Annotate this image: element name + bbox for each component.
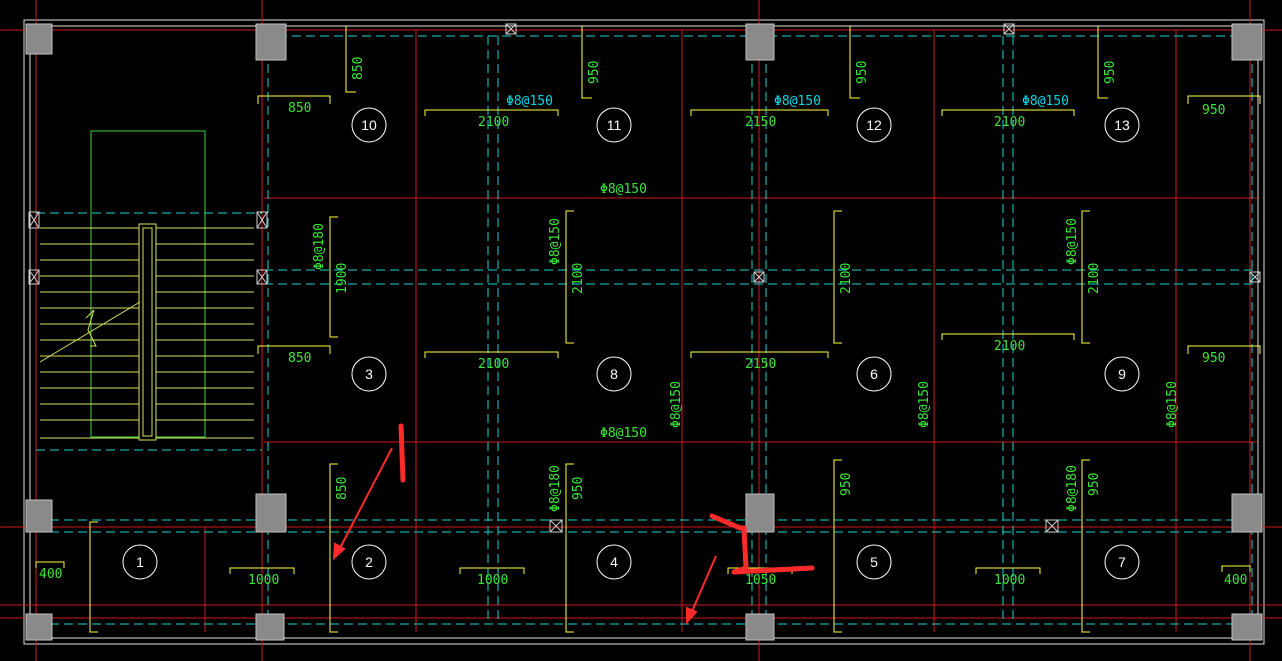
stair	[39, 130, 254, 441]
panel-9: 9	[1104, 356, 1140, 392]
panel-6: 6	[856, 356, 892, 392]
dimension-label: 2150	[745, 357, 776, 372]
dimension-label: 2100	[1087, 263, 1102, 294]
rebar-label: Φ8@150	[506, 94, 553, 109]
grid-axes	[0, 0, 1282, 661]
mark-one-stroke	[398, 423, 406, 483]
rebar-label: Φ8@150	[669, 381, 684, 428]
rebar-label: Φ8@150	[1022, 94, 1069, 109]
panel-13-label: 13	[1114, 117, 1130, 133]
rebar-label: Φ8@180	[1065, 465, 1080, 512]
dimension-label: 850	[335, 477, 350, 500]
panel-12: 12	[856, 107, 892, 143]
dimension-label: 850	[288, 101, 311, 116]
dimension-label: 850	[288, 351, 311, 366]
dimension-label: 2100	[571, 263, 586, 294]
rebar-label: Φ8@180	[312, 223, 327, 270]
dimension-label: 950	[587, 61, 602, 84]
panel-8: 8	[596, 356, 632, 392]
building-outline	[23, 19, 1265, 645]
dimension-label: 950	[855, 61, 870, 84]
dimension-label: 400	[1224, 573, 1247, 588]
panel-4: 4	[596, 544, 632, 580]
dimension-label: 950	[1103, 61, 1118, 84]
rebar-label: Φ8@150	[774, 94, 821, 109]
dimension-label: 950	[839, 473, 854, 496]
dimension-label: 2100	[994, 115, 1025, 130]
panel-5-label: 5	[870, 554, 878, 570]
dimension-label: 850	[351, 57, 366, 80]
dimension-label: 950	[1202, 103, 1225, 118]
dimension-label: 1900	[335, 263, 350, 294]
opening-marks	[28, 23, 1261, 533]
dimension-label: 2100	[839, 263, 854, 294]
dimension-label: 950	[1202, 351, 1225, 366]
panel-13: 13	[1104, 107, 1140, 143]
panel-7: 7	[1104, 544, 1140, 580]
rebar-label: Φ8@180	[548, 465, 563, 512]
floor-slab-plan: 1 2 3 4 5 6 7 8 9 10 11 12 13 Φ8@150 Φ8@…	[0, 0, 1282, 661]
rebar-labels: Φ8@150 Φ8@150 Φ8@150 Φ8@150 Φ8@150 Φ8@18…	[312, 94, 1180, 512]
dimension-label: 2100	[994, 339, 1025, 354]
dimension-label: 950	[1087, 473, 1102, 496]
dimension-label: 950	[571, 477, 586, 500]
rebar-label: Φ8@150	[1065, 218, 1080, 265]
dimension-label: 1000	[248, 573, 279, 588]
rebar-label: Φ8@150	[600, 182, 647, 197]
dimension-label: 400	[39, 567, 62, 582]
panel-10: 10	[351, 107, 387, 143]
panel-11: 11	[596, 107, 632, 143]
panel-9-label: 9	[1118, 366, 1126, 382]
rebar-label: Φ8@150	[548, 218, 563, 265]
dimension-label: 2100	[478, 357, 509, 372]
dimension-label: 1000	[994, 573, 1025, 588]
rebar-label: Φ8@150	[600, 426, 647, 441]
columns	[25, 23, 1263, 641]
annotation-arrows	[332, 447, 717, 625]
dimension-label: 2100	[478, 115, 509, 130]
panel-2-label: 2	[365, 554, 373, 570]
panel-10-label: 10	[361, 117, 377, 133]
panel-8-label: 8	[610, 366, 618, 382]
panel-7-label: 7	[1118, 554, 1126, 570]
dimension-label: 2150	[745, 115, 776, 130]
panel-12-label: 12	[866, 117, 882, 133]
panel-1-label: 1	[136, 554, 144, 570]
dimension-label: 1050	[745, 573, 776, 588]
dimension-label: 1000	[477, 573, 508, 588]
panel-5: 5	[856, 544, 892, 580]
panel-6-label: 6	[870, 366, 878, 382]
panel-3: 3	[351, 356, 387, 392]
support-bars	[35, 26, 1261, 633]
rebar-label: Φ8@150	[1165, 381, 1180, 428]
beam-lines	[36, 35, 1256, 625]
panel-1: 1	[122, 544, 158, 580]
drawing-canvas: 1 2 3 4 5 6 7 8 9 10 11 12 13 Φ8@150 Φ8@…	[0, 0, 1282, 661]
panel-4-label: 4	[610, 554, 618, 570]
rebar-label: Φ8@150	[917, 381, 932, 428]
panel-3-label: 3	[365, 366, 373, 382]
panel-11-label: 11	[607, 117, 622, 133]
panel-2: 2	[351, 544, 387, 580]
